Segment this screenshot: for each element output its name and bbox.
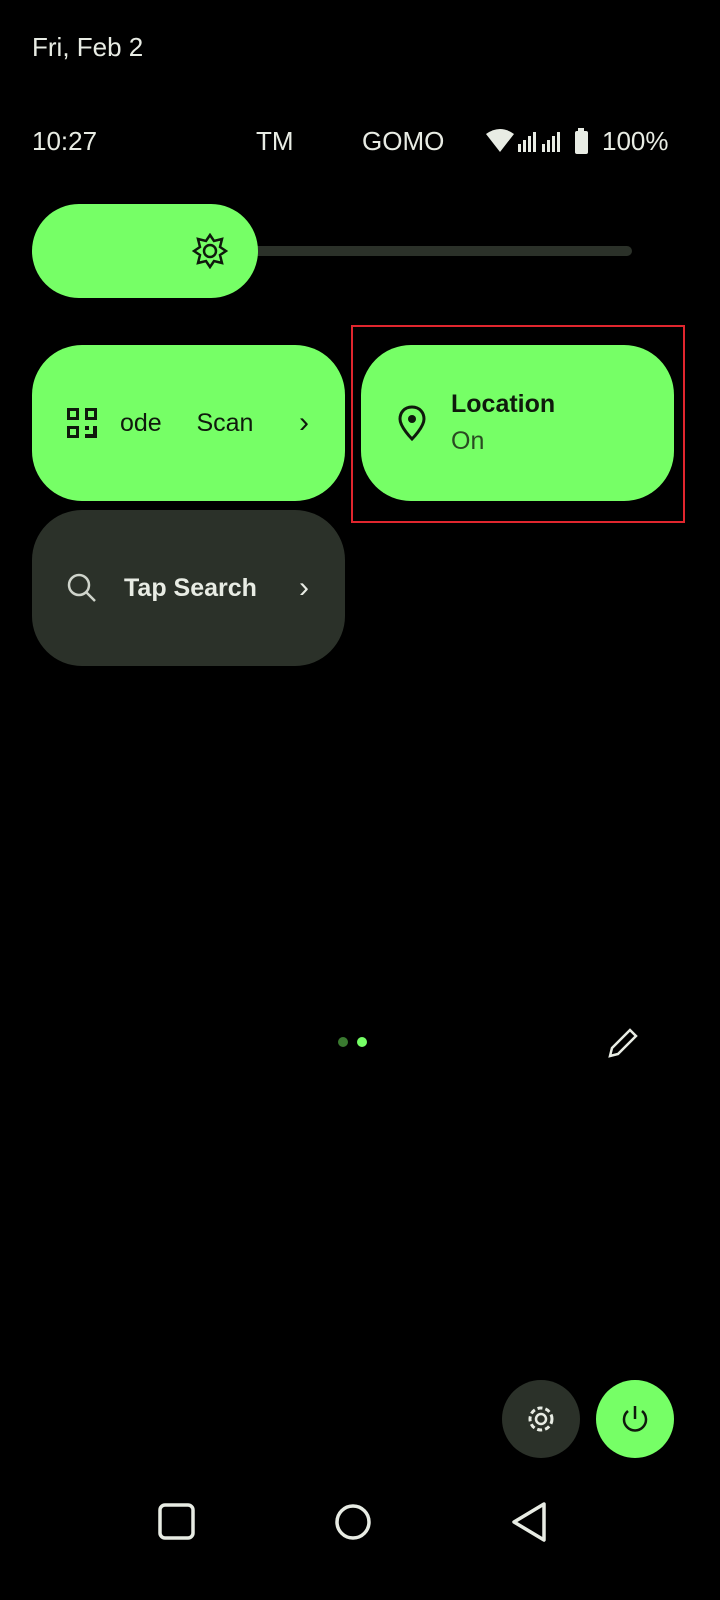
tile-code-scanner[interactable]: ode Scan › [32, 345, 345, 501]
chevron-right-icon: › [299, 406, 309, 439]
tile-tap-search[interactable]: Tap Search › [32, 510, 345, 666]
battery-icon [575, 128, 588, 154]
wifi-icon [486, 128, 588, 154]
tile-label: ode Scan [120, 408, 254, 437]
back-button[interactable] [510, 1501, 550, 1543]
brightness-track[interactable] [250, 246, 632, 256]
settings-button[interactable] [502, 1380, 580, 1458]
brightness-slider[interactable] [32, 204, 258, 298]
brightness-icon [192, 233, 228, 269]
date: Fri, Feb 2 [32, 32, 144, 62]
gear-icon [528, 1406, 554, 1432]
page-indicator-dot-active [357, 1037, 367, 1047]
carrier-2: GOMO [362, 126, 445, 156]
highlight-box [351, 325, 685, 523]
recents-button[interactable] [158, 1503, 196, 1541]
search-icon [67, 573, 96, 602]
carrier-1: TM [256, 126, 294, 156]
signal-icon [542, 132, 560, 152]
power-icon [622, 1406, 648, 1432]
tile-label: Tap Search [124, 573, 257, 602]
chevron-right-icon: › [299, 571, 309, 604]
battery-percent: 100% [602, 126, 669, 156]
signal-icon [518, 132, 536, 152]
qr-code-icon [67, 408, 97, 438]
power-button[interactable] [596, 1380, 674, 1458]
home-button[interactable] [334, 1503, 372, 1541]
page-indicator-dot [338, 1037, 348, 1047]
clock: 10:27 [32, 126, 98, 156]
edit-pencil-icon[interactable] [606, 1026, 640, 1060]
